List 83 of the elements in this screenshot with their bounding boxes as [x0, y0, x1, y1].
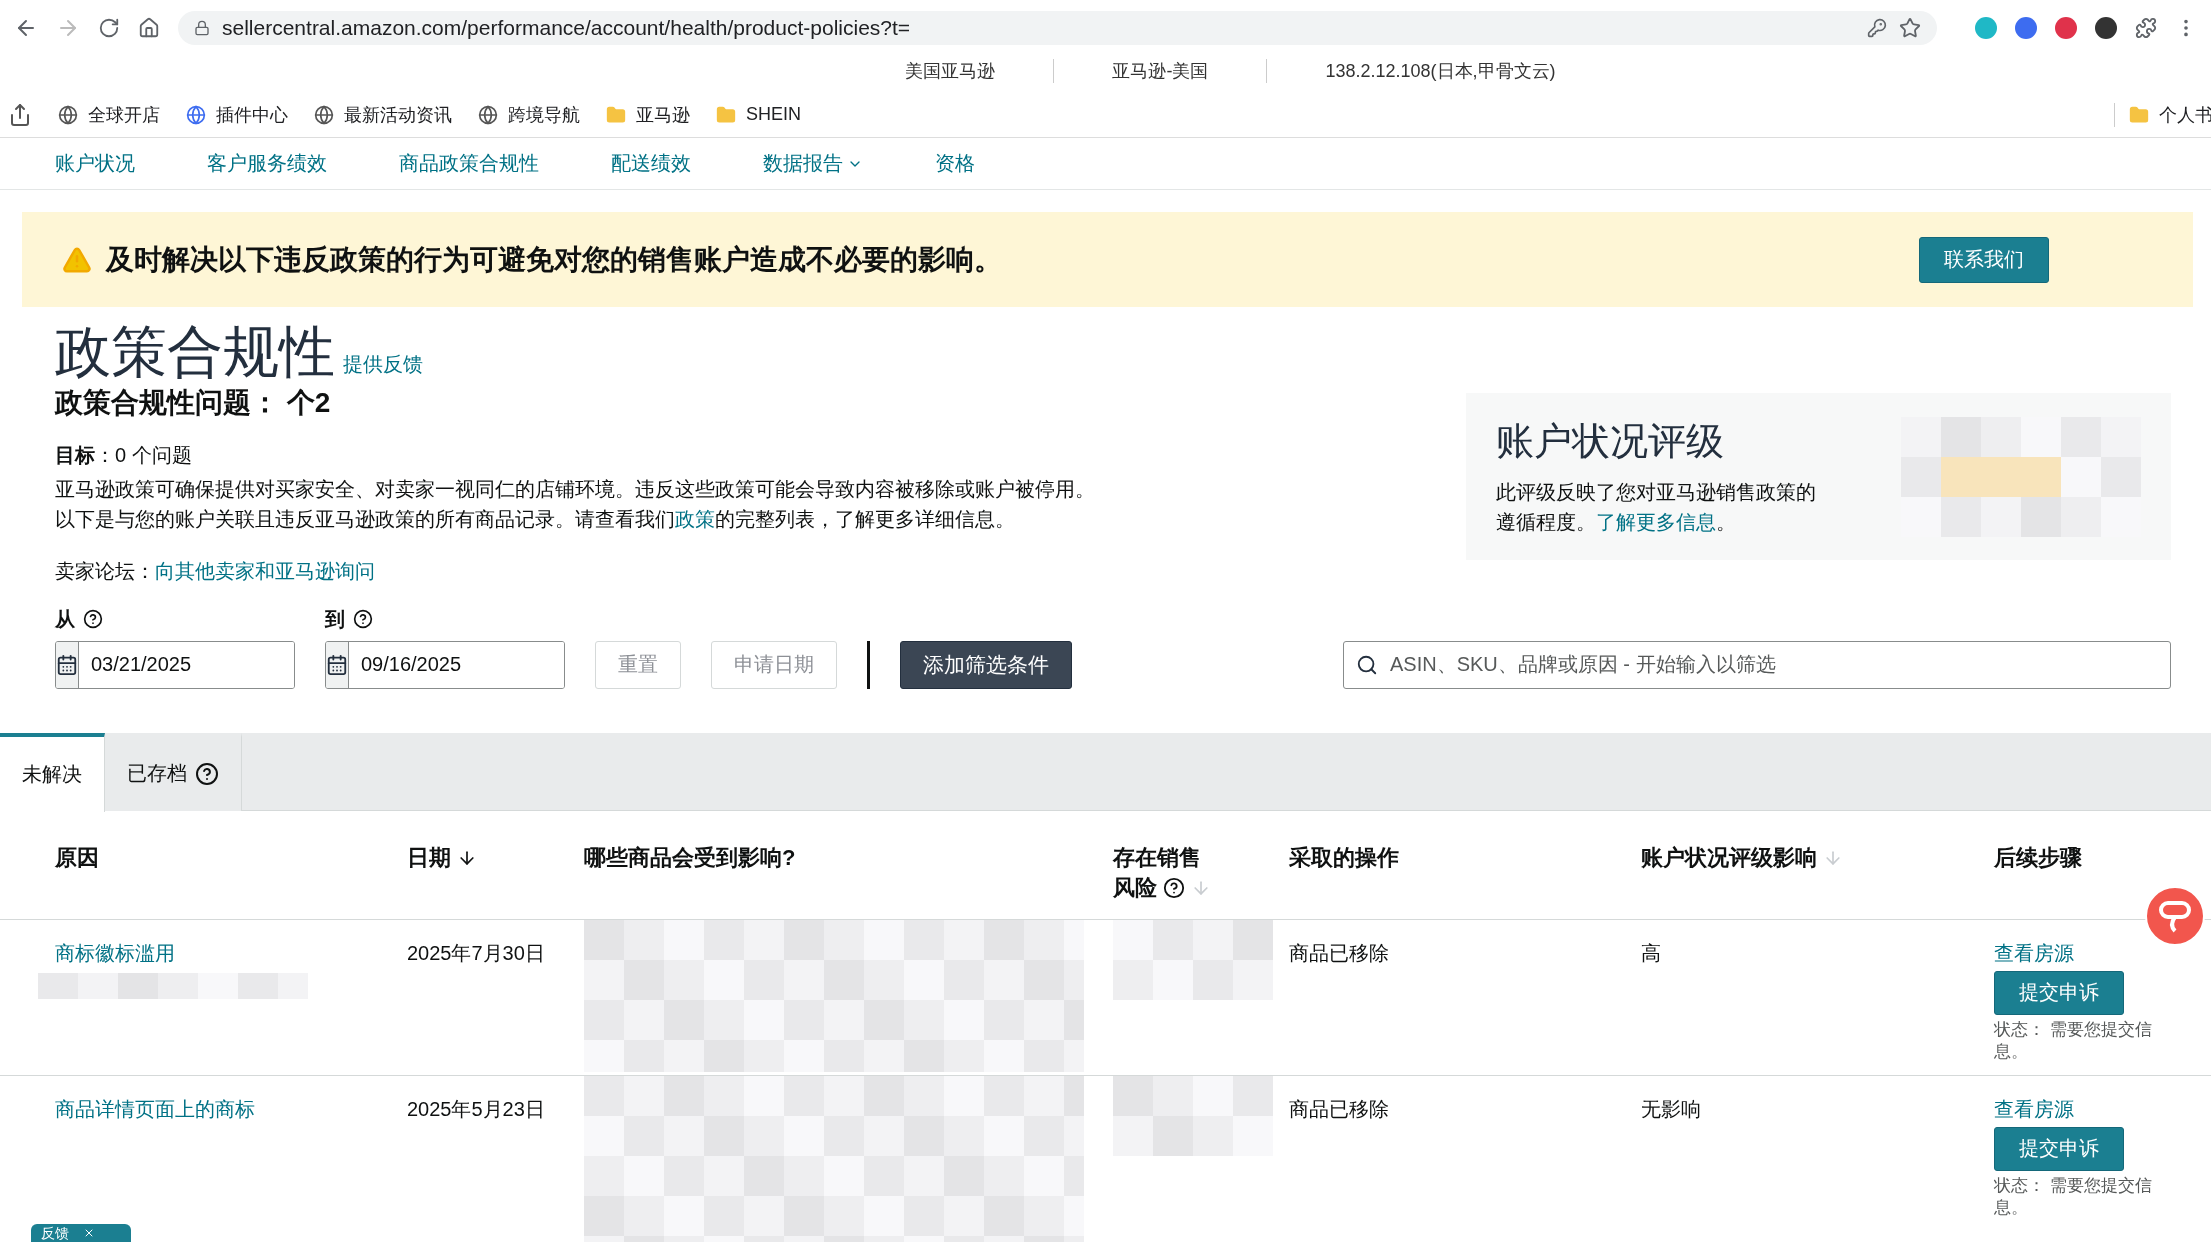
help-icon[interactable]	[1163, 876, 1186, 899]
bookmark[interactable]: 个人书	[2114, 102, 2211, 127]
search-icon	[1356, 653, 1378, 676]
folder-icon	[606, 104, 626, 125]
banner-text: 及时解决以下违反政策的行为可避免对您的销售账户造成不必要的影响。	[106, 242, 1003, 277]
calendar-icon[interactable]	[56, 653, 78, 676]
assistant-icon[interactable]	[2145, 886, 2205, 946]
star-icon[interactable]	[1899, 17, 1921, 39]
globe-icon	[186, 104, 206, 125]
url-text: sellercentral.amazon.com/performance/account/health/product-policies?t=	[222, 16, 912, 40]
folder-icon	[716, 104, 736, 125]
tab[interactable]: 未解决	[0, 732, 105, 812]
from-label: 从	[55, 606, 75, 632]
column-header[interactable]: 日期	[407, 842, 478, 873]
column-header[interactable]: 存在销售风险	[1113, 842, 1213, 903]
policy-link[interactable]: 政策	[675, 507, 715, 530]
bookmark[interactable]: 亚马逊	[606, 102, 690, 127]
reload-icon[interactable]	[98, 17, 120, 39]
extensions-icon[interactable]	[2135, 17, 2157, 39]
target-text: 目标：0 个问题	[55, 442, 193, 468]
lock-icon	[194, 20, 210, 36]
home-icon[interactable]	[138, 17, 160, 39]
nav-link[interactable]: 客户服务绩效	[207, 150, 327, 177]
column-header: 原因	[55, 843, 99, 872]
folder-icon	[2129, 104, 2149, 125]
status-text: 状态： 需要您提交信息。	[1994, 1018, 2153, 1063]
column-header: 后续步骤	[1994, 843, 2082, 872]
date-cell-text: 2025年7月30日	[407, 940, 546, 966]
view-listing-link[interactable]: 查看房源	[1994, 1095, 2211, 1123]
nav-link[interactable]: 资格	[935, 150, 975, 177]
feedback-link[interactable]: 提供反馈	[343, 350, 423, 378]
to-label: 到	[325, 606, 345, 632]
search-field[interactable]: ASIN、SKU、品牌或原因 - 开始输入以筛选	[1343, 640, 2171, 689]
globe-icon	[58, 104, 78, 125]
impact-cell-text: 高	[1641, 940, 1662, 966]
status-text: 状态： 需要您提交信息。	[1994, 1174, 2153, 1219]
help-icon[interactable]	[353, 609, 373, 630]
appeal-button[interactable]: 提交申诉	[1994, 970, 2124, 1015]
extension-icon[interactable]	[2095, 17, 2117, 39]
column-header[interactable]: 账户状况评级影响	[1641, 842, 1844, 873]
info-text: 138.2.12.108(日本,甲骨文云)	[1266, 59, 1614, 83]
page-title: 政策合规性	[55, 323, 335, 382]
bookmark[interactable]: 插件中心	[186, 102, 288, 127]
calendar-icon[interactable]	[326, 653, 348, 676]
close-icon[interactable]	[83, 1227, 95, 1239]
appeal-button[interactable]: 提交申诉	[1994, 1126, 2124, 1171]
bookmark[interactable]: 全球开店	[58, 102, 160, 127]
view-listing-link[interactable]: 查看房源	[1994, 939, 2211, 967]
help-icon[interactable]	[83, 609, 103, 630]
forum-link[interactable]: 向其他卖家和亚马逊询问	[155, 559, 375, 582]
date-cell-text: 2025年5月23日	[407, 1096, 546, 1122]
learn-more-link[interactable]: 了解更多信息	[1596, 511, 1716, 533]
action-cell-text: 商品已移除	[1289, 940, 1390, 966]
share-icon[interactable]	[8, 102, 32, 127]
help-icon[interactable]	[195, 761, 219, 786]
info-text: 美国亚马逊	[904, 60, 997, 83]
contact-button[interactable]: 联系我们	[1919, 236, 2049, 283]
globe-icon	[478, 104, 498, 125]
impact-cell-text: 无影响	[1641, 1096, 1702, 1122]
forum-label: 卖家论坛：	[55, 559, 155, 582]
reason-link[interactable]: 商品详情页面上的商标	[38, 1095, 387, 1123]
card-title: 账户状况评级	[1496, 419, 1725, 464]
column-header: 哪些商品会受到影响?	[584, 843, 796, 872]
globe-icon	[314, 104, 334, 125]
action-cell-text: 商品已移除	[1289, 1096, 1390, 1122]
nav-link[interactable]: 数据报告	[763, 150, 863, 177]
feedback-tab[interactable]: 反馈	[31, 1224, 131, 1242]
card-text: 此评级反映了您对亚马逊销售政策的遵循程度。了解更多信息。	[1496, 480, 1817, 535]
nav-link[interactable]: 配送绩效	[611, 150, 691, 177]
nav-link[interactable]: 商品政策合规性	[399, 150, 539, 177]
key-icon[interactable]	[1867, 18, 1887, 38]
issues-count: 政策合规性问题： 个2	[55, 385, 332, 420]
address-bar[interactable]: sellercentral.amazon.com/performance/account/health/product-policies?t=	[178, 11, 1937, 45]
nav-link[interactable]: 账户状况	[55, 150, 135, 177]
tab[interactable]: 已存档	[105, 732, 242, 811]
info-text: 亚马逊-美国	[1053, 59, 1267, 83]
bookmark[interactable]: 跨境导航	[478, 102, 580, 127]
description-text: 亚马逊政策可确保提供对买家安全、对卖家一视同仁的店铺环境。违反这些政策可能会导致内容被移除或账户被停用。以下是与您的账户关联且违反亚马逊政策的所有商品记录。请查看我们政策的完整列表，了解更多详细信息。	[55, 476, 1096, 532]
column-header: 采取的操作	[1289, 843, 1399, 872]
bookmark[interactable]: 最新活动资讯	[314, 102, 452, 127]
add-filter-button[interactable]: 添加筛选条件	[900, 640, 1072, 689]
bookmark[interactable]: SHEIN	[716, 104, 801, 125]
reason-link[interactable]: 商标徽标滥用	[38, 939, 387, 967]
